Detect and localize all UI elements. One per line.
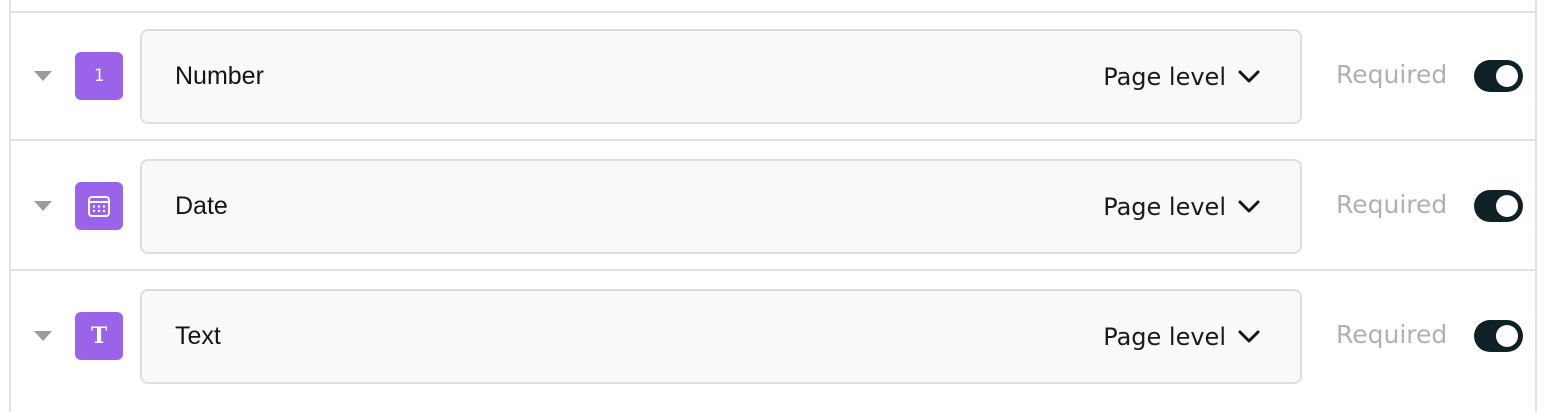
- chevron-down-icon: [1238, 70, 1260, 82]
- field-name-box[interactable]: Date Page level: [140, 159, 1302, 254]
- fields-panel: 1 Number Page level Required Date Page l…: [9, 0, 1537, 412]
- collapse-caret-icon[interactable]: [34, 201, 52, 211]
- chevron-down-icon: [1238, 330, 1260, 342]
- field-name[interactable]: Date: [175, 161, 228, 252]
- required-label: Required: [1336, 190, 1448, 219]
- field-name[interactable]: Number: [175, 31, 264, 122]
- required-label: Required: [1336, 320, 1448, 349]
- number-glyph: 1: [93, 66, 105, 86]
- field-name-box[interactable]: Number Page level: [140, 29, 1302, 124]
- number-one-icon: 1: [75, 52, 123, 100]
- level-label: Page level: [1103, 322, 1226, 351]
- collapse-caret-icon[interactable]: [34, 331, 52, 341]
- collapse-caret-icon[interactable]: [34, 71, 52, 81]
- chevron-down-icon: [1238, 200, 1260, 212]
- level-dropdown[interactable]: Page level: [1103, 31, 1260, 122]
- field-row-date: Date Page level Required: [11, 141, 1535, 271]
- level-dropdown[interactable]: Page level: [1103, 291, 1260, 382]
- required-toggle[interactable]: [1474, 60, 1523, 92]
- required-toggle[interactable]: [1474, 190, 1523, 222]
- calendar-icon: [75, 182, 123, 230]
- required-label: Required: [1336, 60, 1448, 89]
- calendar-glyph: [88, 196, 110, 217]
- level-label: Page level: [1103, 192, 1226, 221]
- field-row-text: T Text Page level Required: [11, 271, 1535, 401]
- toggle-knob: [1496, 65, 1518, 87]
- field-name-box[interactable]: Text Page level: [140, 289, 1302, 384]
- field-row-number: 1 Number Page level Required: [11, 11, 1535, 141]
- toggle-knob: [1496, 195, 1518, 217]
- text-glyph: T: [90, 323, 108, 349]
- field-name[interactable]: Text: [175, 291, 221, 382]
- toggle-knob: [1496, 325, 1518, 347]
- required-toggle[interactable]: [1474, 320, 1523, 352]
- text-t-icon: T: [75, 312, 123, 360]
- level-dropdown[interactable]: Page level: [1103, 161, 1260, 252]
- level-label: Page level: [1103, 62, 1226, 91]
